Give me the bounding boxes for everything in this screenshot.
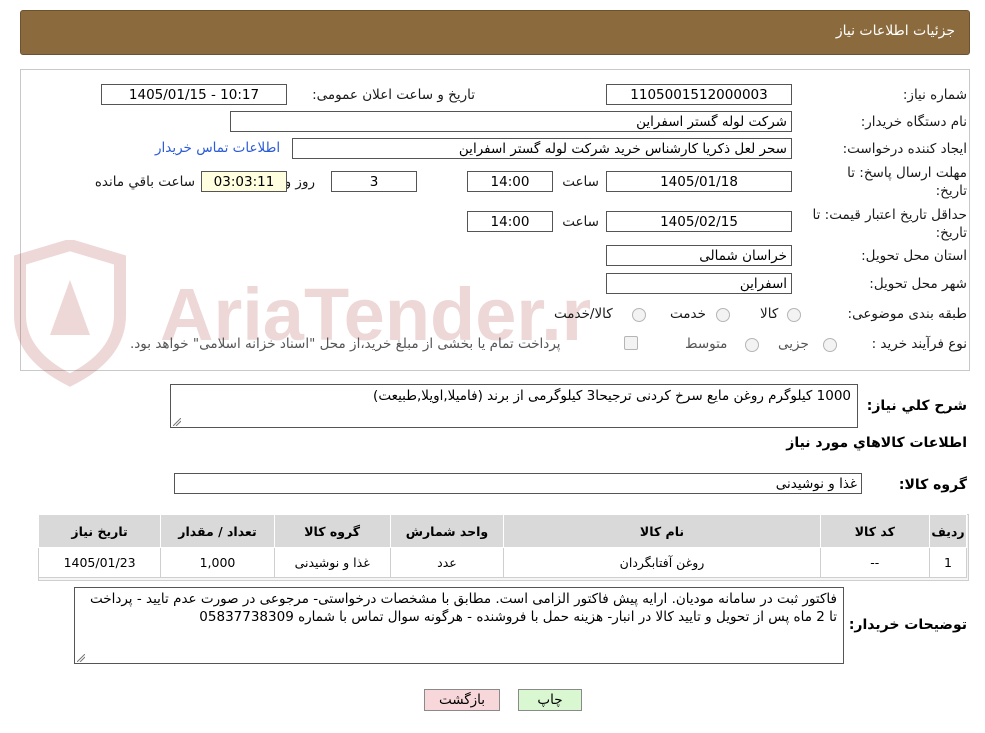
deadline-label-date: تاریخ: — [935, 183, 967, 199]
remaining-time-field: 03:03:11 — [201, 171, 287, 192]
days-remaining-field: 3 — [331, 171, 417, 192]
creator-label: ایجاد کننده درخواست: — [842, 141, 967, 157]
col-header-name: نام کالا — [503, 514, 821, 548]
deadline-time-field: 14:00 — [467, 171, 553, 192]
validity-label: حداقل تاریخ اعتبار قیمت: تا — [812, 207, 967, 223]
province-field: خراسان شمالی — [606, 245, 792, 266]
table-header-row: رديف کد کالا نام کالا واحد شمارش گروه کا… — [37, 514, 967, 548]
items-table: رديف کد کالا نام کالا واحد شمارش گروه کا… — [37, 514, 967, 578]
cell-code: -- — [819, 547, 931, 578]
description-textarea: 1000 کیلوگرم روغن مایع سرخ کردنی ترجیحا3… — [170, 384, 858, 428]
city-field: اسفراین — [606, 273, 792, 294]
need-number-field: 1105001512000003 — [606, 84, 792, 105]
buyer-contact-link[interactable]: اطلاعات تماس خریدار — [155, 140, 280, 156]
cell-quantity: 1,000 — [160, 547, 275, 578]
buyer-notes-textarea: فاکتور ثبت در سامانه مودیان. ارایه پیش ف… — [74, 587, 844, 664]
days-label: روز و — [284, 174, 315, 190]
cell-name: روغن آفتابگردان — [503, 547, 821, 578]
creator-field: سحر لعل ذکریا کارشناس خرید شرکت لوله گست… — [292, 138, 792, 159]
buyer-org-field: شرکت لوله گستر اسفراین — [230, 111, 792, 132]
cell-unit: عدد — [389, 547, 505, 578]
need-number-label: شماره نیاز: — [902, 87, 967, 103]
buyer-notes-label: توضیحات خریدار: — [848, 617, 967, 633]
process-option-medium: متوسط — [685, 336, 728, 352]
deadline-date-field: 1405/01/18 — [606, 171, 792, 192]
goods-group-field: غذا و نوشیدنی — [174, 473, 862, 494]
buyer-org-label: نام دستگاه خریدار: — [860, 114, 967, 130]
category-option-goods-service: کالا/خدمت — [554, 306, 613, 322]
validity-time-field: 14:00 — [467, 211, 553, 232]
table-row: 1 -- روغن آفتابگردان عدد غذا و نوشیدنی 1… — [37, 547, 967, 578]
col-header-code: کد کالا — [819, 514, 931, 548]
buyer-notes-text: فاکتور ثبت در سامانه مودیان. ارایه پیش ف… — [89, 591, 837, 625]
col-header-group: گروه کالا — [273, 514, 391, 548]
col-header-quantity: تعداد / مقدار — [160, 514, 275, 548]
print-button[interactable]: چاپ — [518, 689, 582, 711]
description-text: 1000 کیلوگرم روغن مایع سرخ کردنی ترجیحا3… — [373, 388, 851, 404]
announce-label: تاریخ و ساعت اعلان عمومی: — [312, 87, 475, 103]
payment-checkbox[interactable] — [624, 336, 638, 350]
category-label: طبقه بندی موضوعی: — [847, 306, 967, 322]
deadline-label: مهلت ارسال پاسخ: تا — [847, 165, 967, 181]
category-radio-goods[interactable] — [787, 308, 801, 322]
validity-time-label: ساعت — [562, 214, 599, 230]
category-radio-goods-service[interactable] — [632, 308, 646, 322]
validity-date-field: 1405/02/15 — [606, 211, 792, 232]
back-button[interactable]: بازگشت — [424, 689, 500, 711]
col-header-row-num: رديف — [929, 514, 967, 548]
category-option-goods: کالا — [760, 306, 779, 322]
page-header: جزئیات اطلاعات نیاز — [20, 10, 970, 55]
deadline-time-label: ساعت — [562, 174, 599, 190]
goods-info-title: اطلاعات کالاهاي مورد نياز — [786, 435, 967, 451]
announce-field: 1405/01/15 - 10:17 — [101, 84, 287, 105]
col-header-date: تاريخ نياز — [37, 514, 162, 548]
city-label: شهر محل تحویل: — [869, 276, 967, 292]
resize-handle-icon[interactable] — [77, 654, 85, 662]
cell-date: 1405/01/23 — [37, 547, 162, 578]
cell-row-num: 1 — [929, 547, 967, 578]
process-label: نوع فرآیند خرید : — [871, 336, 967, 352]
remaining-time-label: ساعت باقي مانده — [94, 174, 195, 190]
payment-note: پرداخت تمام یا بخشی از مبلغ خرید،از محل … — [130, 336, 561, 352]
process-option-minor: جزیی — [778, 336, 809, 352]
col-header-unit: واحد شمارش — [389, 514, 505, 548]
page-title: جزئیات اطلاعات نیاز — [835, 23, 955, 39]
category-option-service: خدمت — [670, 306, 706, 322]
process-radio-minor[interactable] — [823, 338, 837, 352]
description-label: شرح کلي نياز: — [866, 398, 967, 414]
category-radio-service[interactable] — [716, 308, 730, 322]
cell-group: غذا و نوشیدنی — [273, 547, 391, 578]
goods-group-label: گروه کالا: — [898, 477, 967, 493]
process-radio-medium[interactable] — [745, 338, 759, 352]
province-label: استان محل تحویل: — [861, 248, 967, 264]
validity-label-date: تاریخ: — [935, 225, 967, 241]
resize-handle-icon[interactable] — [173, 418, 181, 426]
